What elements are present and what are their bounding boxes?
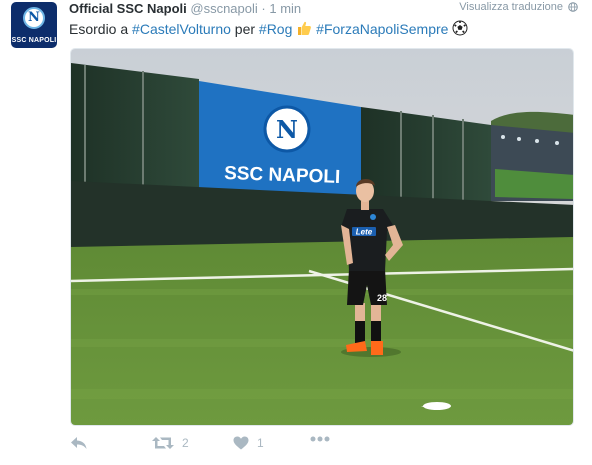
reply-icon xyxy=(71,437,87,449)
heart-icon xyxy=(233,436,249,450)
tweet-actions: 2 1 xyxy=(70,436,370,456)
more-dots-icon xyxy=(310,436,330,442)
avatar-crest-letter: N xyxy=(28,10,40,25)
napoli-crest-icon: N xyxy=(23,7,45,29)
tweet-header: Official SSC Napoli @sscnapoli · 1 min xyxy=(69,1,301,17)
like-button[interactable]: 1 xyxy=(233,436,264,450)
avatar-label: SSC NAPOLI xyxy=(11,37,57,44)
banner-text: SSC NAPOLI xyxy=(224,163,341,188)
reply-button[interactable] xyxy=(70,436,88,450)
tweet-text-part: per xyxy=(230,21,259,37)
translate-label: Visualizza traduzione xyxy=(459,1,563,13)
globe-icon xyxy=(568,2,578,12)
translate-link[interactable]: Visualizza traduzione xyxy=(459,1,578,13)
like-count: 1 xyxy=(257,436,264,450)
tweet: N SSC NAPOLI Official SSC Napoli @sscnap… xyxy=(0,0,592,465)
soccer-ball-icon xyxy=(452,20,468,36)
banner-crest-letter: N xyxy=(276,115,298,144)
tweet-photo[interactable]: N SSC NAPOLI 28 Lete xyxy=(70,48,574,426)
avatar[interactable]: N SSC NAPOLI xyxy=(11,2,57,48)
user-handle[interactable]: @sscnapoli xyxy=(190,1,257,16)
thumbs-up-icon xyxy=(298,21,312,35)
hashtag-forzanapolisempre[interactable]: #ForzaNapoliSempre xyxy=(316,21,448,37)
retweet-count: 2 xyxy=(182,436,189,450)
display-name[interactable]: Official SSC Napoli xyxy=(69,1,187,16)
shirt-sponsor: Lete xyxy=(356,228,373,237)
retweet-button[interactable]: 2 xyxy=(152,436,189,450)
separator-dot: · xyxy=(261,1,266,16)
hashtag-castelvolturno[interactable]: #CastelVolturno xyxy=(132,21,231,37)
photo-scene: N SSC NAPOLI 28 Lete xyxy=(71,49,573,425)
more-options-button[interactable] xyxy=(310,436,330,442)
tweet-text-part: Esordio a xyxy=(69,21,133,37)
shirt-number: 28 xyxy=(377,293,387,303)
tweet-text: Esordio a #CastelVolturno per #Rog #Forz… xyxy=(69,20,468,37)
retweet-icon xyxy=(152,437,174,449)
tweet-timestamp[interactable]: 1 min xyxy=(269,1,301,16)
hashtag-rog[interactable]: #Rog xyxy=(259,21,292,37)
